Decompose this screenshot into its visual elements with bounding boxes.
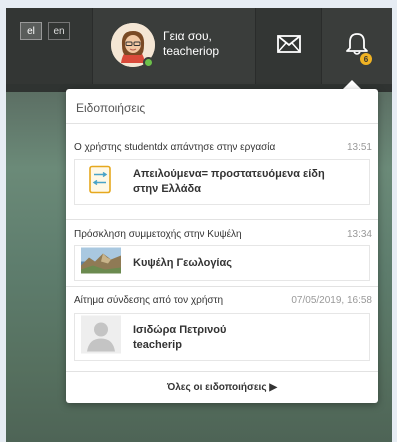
assignment-icon xyxy=(81,161,119,203)
card-title-line2: teacherip xyxy=(133,339,182,351)
notification-card[interactable]: Απειλούμενα= προστατευόμενα είδη στην Ελ… xyxy=(74,159,370,205)
notification-heading: Πρόσκληση συμμετοχής στην Κυψέλη xyxy=(74,229,242,240)
notification-card[interactable]: Ισιδώρα Πετρινού teacherip xyxy=(74,313,370,361)
notification-heading: Ο χρήστης studentdx απάντησε στην εργασί… xyxy=(74,142,276,153)
panel-header-divider xyxy=(66,123,378,124)
notification-time: 07/05/2019, 16:58 xyxy=(291,295,372,306)
top-bar: el en Γεια σου, teacheriop 6 xyxy=(6,8,392,84)
all-notifications-link[interactable]: Όλες οι ειδοποιήσεις ▶ xyxy=(66,382,378,393)
landscape-thumbnail xyxy=(81,247,121,279)
notification-heading: Αίτημα σύνδεσης από τον χρήστη xyxy=(74,295,224,306)
card-title-line1: Κυψέλη Γεωλογίας xyxy=(133,257,232,269)
language-el-button[interactable]: el xyxy=(20,22,42,40)
envelope-icon xyxy=(276,34,301,58)
notification-divider xyxy=(66,219,378,220)
notification-time: 13:51 xyxy=(346,142,372,153)
card-title-line1: Ισιδώρα Πετρινού xyxy=(133,324,227,336)
dropdown-caret xyxy=(343,80,361,89)
notification-divider xyxy=(66,286,378,287)
notifications-panel: Ειδοποιήσεις Ο χρήστης studentdx απάντησ… xyxy=(66,89,378,403)
notification-count-badge: 6 xyxy=(360,53,372,65)
panel-title: Ειδοποιήσεις xyxy=(76,101,146,115)
notification-time: 13:34 xyxy=(346,229,372,240)
online-status-indicator xyxy=(143,57,154,68)
messages-button[interactable] xyxy=(256,8,322,84)
panel-footer-divider xyxy=(66,371,378,372)
user-greeting: Γεια σου, teacheriop xyxy=(163,29,219,59)
greeting-text: Γεια σου, xyxy=(163,29,212,43)
language-en-button[interactable]: en xyxy=(48,22,70,40)
username-text: teacheriop xyxy=(163,44,220,58)
notification-card[interactable]: Κυψέλη Γεωλογίας xyxy=(74,245,370,281)
user-menu[interactable]: Γεια σου, teacheriop xyxy=(92,8,256,84)
user-placeholder-icon xyxy=(81,315,121,359)
card-title-line2: στην Ελλάδα xyxy=(133,183,201,195)
card-title-line1: Απειλούμενα= προστατευόμενα είδη xyxy=(133,168,325,180)
notifications-button[interactable]: 6 xyxy=(322,8,392,84)
